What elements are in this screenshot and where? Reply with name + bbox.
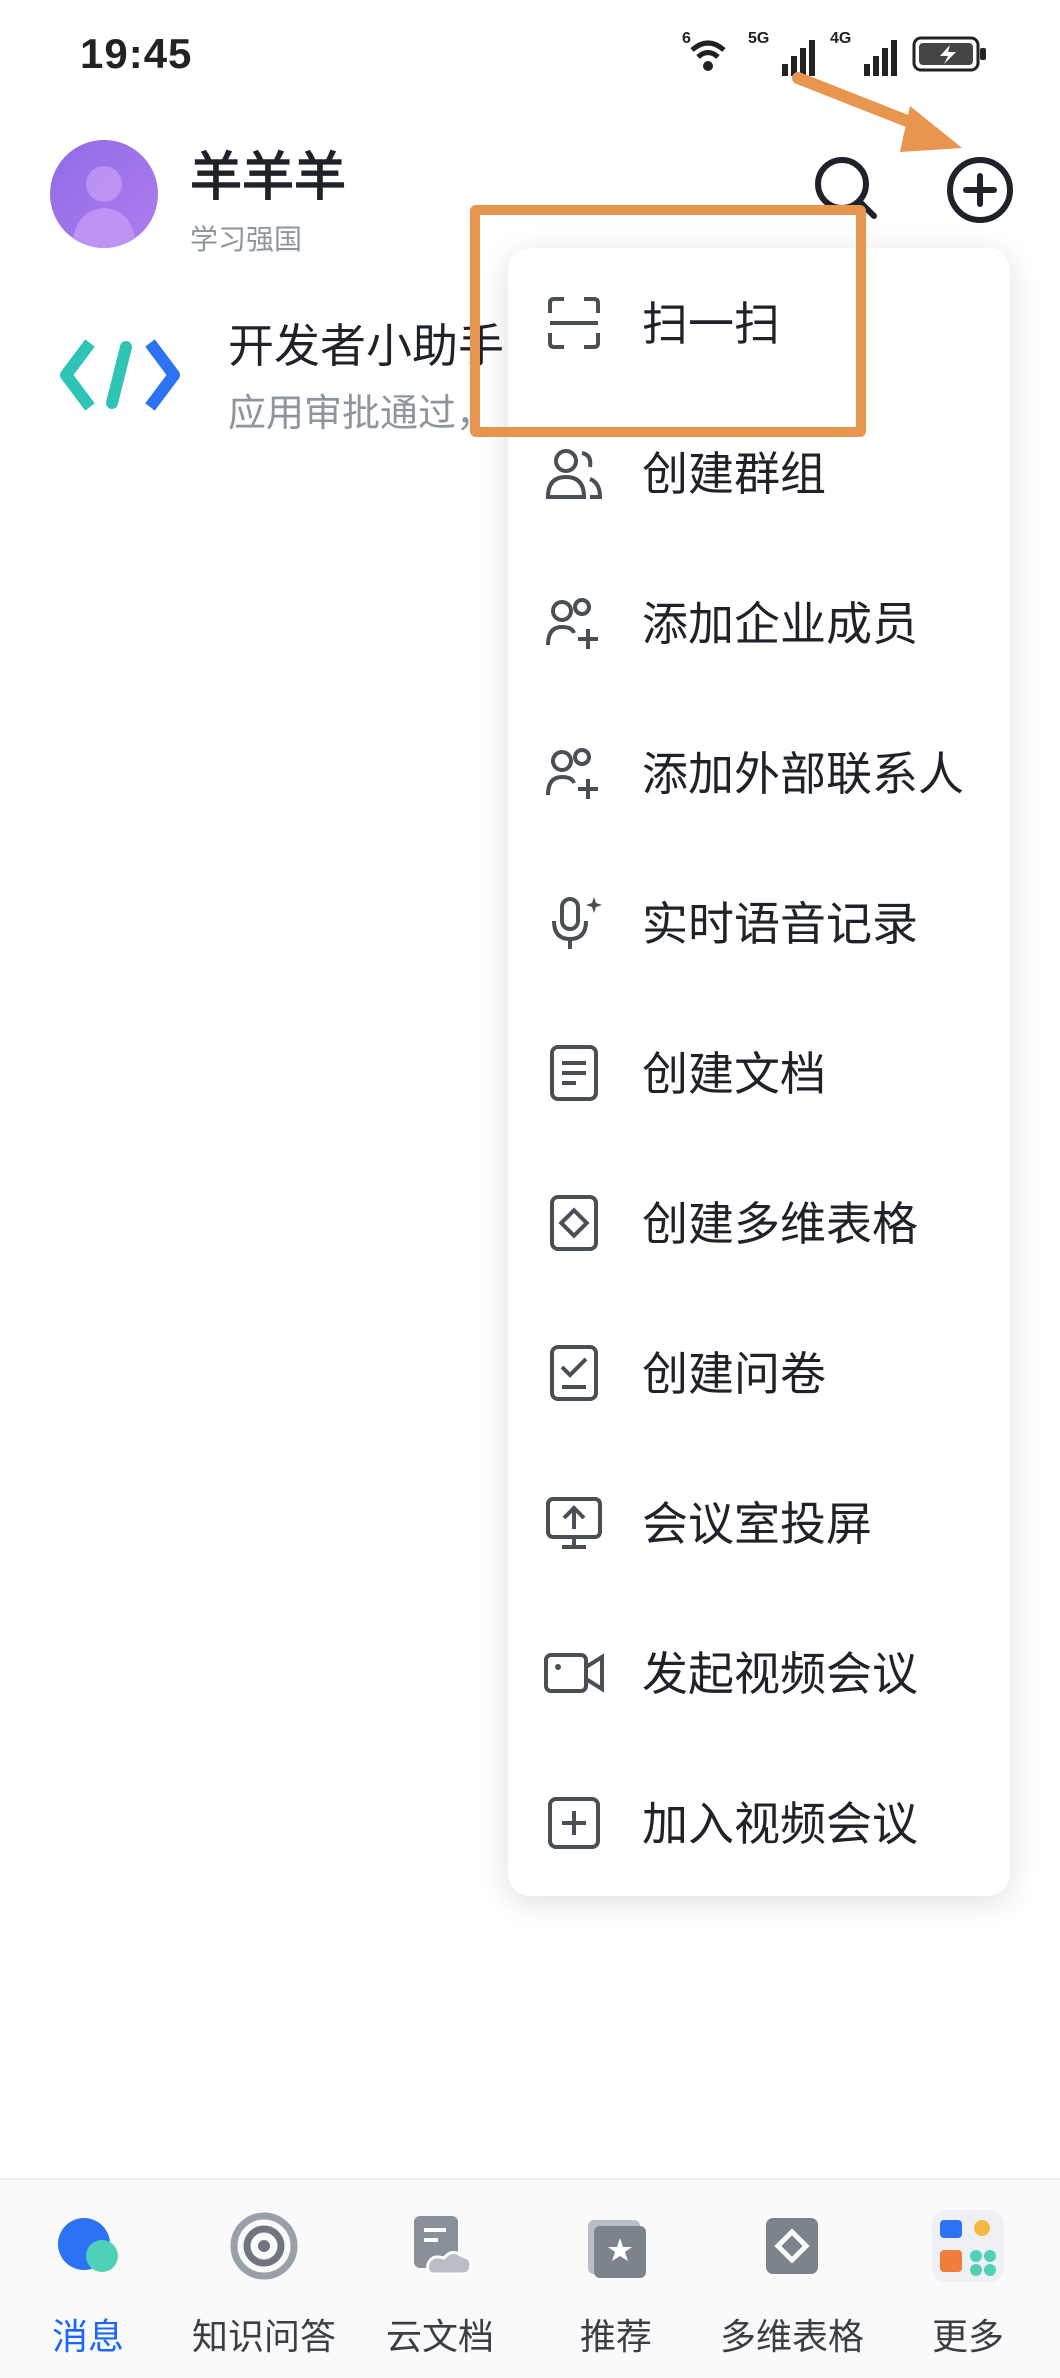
tab-label: 推荐 bbox=[579, 2316, 652, 2357]
add-member-icon bbox=[546, 598, 598, 649]
bottom-navigation: 消息 知识问答 云文档 推荐 多维表格 更多 bbox=[0, 2178, 1060, 2378]
tab-label: 多维表格 bbox=[719, 2316, 864, 2357]
menu-item-add-external-contact[interactable]: 添加外部联系人 bbox=[508, 698, 1010, 848]
screen-cast-icon bbox=[546, 1497, 602, 1549]
user-name[interactable]: 羊羊羊 bbox=[190, 135, 346, 210]
menu-item-label: 创建问卷 bbox=[642, 1348, 826, 1400]
plus-circle-icon bbox=[947, 157, 1013, 223]
tab-more[interactable]: 更多 bbox=[880, 2180, 1056, 2378]
highlight-box bbox=[470, 205, 866, 437]
menu-item-create-survey[interactable]: 创建问卷 bbox=[508, 1298, 1010, 1448]
menu-item-screen-cast[interactable]: 会议室投屏 bbox=[508, 1448, 1010, 1598]
plus-square-icon bbox=[548, 1797, 600, 1849]
chat-preview: 应用审批通过， bbox=[228, 393, 495, 435]
status-time: 19:45 bbox=[80, 30, 193, 77]
table-icon bbox=[550, 1195, 598, 1251]
add-contact-icon bbox=[546, 748, 598, 799]
tab-recommend[interactable]: 推荐 bbox=[528, 2180, 704, 2378]
tab-label: 更多 bbox=[931, 2316, 1004, 2357]
microphone-icon bbox=[552, 897, 602, 949]
group-icon bbox=[545, 449, 603, 499]
developer-assistant-icon[interactable] bbox=[60, 335, 180, 415]
menu-item-label: 加入视频会议 bbox=[642, 1798, 918, 1850]
tab-label: 云文档 bbox=[385, 2316, 494, 2357]
menu-item-label: 发起视频会议 bbox=[642, 1648, 918, 1700]
message-bubble-icon bbox=[58, 2218, 118, 2272]
menu-item-join-video-meeting[interactable]: 加入视频会议 bbox=[508, 1748, 1010, 1898]
menu-item-voice-record[interactable]: 实时语音记录 bbox=[508, 848, 1010, 998]
menu-item-label: 创建群组 bbox=[642, 448, 826, 500]
apps-grid-icon bbox=[932, 2210, 1004, 2282]
wifi-icon: 6 bbox=[682, 30, 734, 76]
survey-icon bbox=[550, 1345, 598, 1401]
user-silhouette-icon bbox=[72, 166, 136, 248]
menu-item-label: 添加外部联系人 bbox=[642, 748, 964, 800]
star-card-icon bbox=[588, 2220, 646, 2278]
chat-title[interactable]: 开发者小助手 bbox=[228, 310, 504, 376]
video-camera-icon bbox=[544, 1653, 604, 1693]
add-button[interactable] bbox=[942, 152, 1018, 228]
tab-cloud-docs[interactable]: 云文档 bbox=[352, 2180, 528, 2378]
tab-knowledge-qa[interactable]: 知识问答 bbox=[176, 2180, 352, 2378]
cloud-document-icon bbox=[414, 2216, 473, 2276]
menu-item-label: 创建多维表格 bbox=[642, 1198, 918, 1250]
menu-item-start-video-meeting[interactable]: 发起视频会议 bbox=[508, 1598, 1010, 1748]
arrow-annotation-icon bbox=[790, 70, 970, 160]
menu-item-add-member[interactable]: 添加企业成员 bbox=[508, 548, 1010, 698]
tab-label: 知识问答 bbox=[191, 2316, 336, 2357]
menu-item-create-document[interactable]: 创建文档 bbox=[508, 998, 1010, 1148]
tab-label: 消息 bbox=[51, 2316, 124, 2357]
menu-item-label: 会议室投屏 bbox=[642, 1498, 872, 1550]
quick-action-menu: 扫一扫 创建群组 添加企业成员 添加外部联系人 实时语音记录 创建文档 创建多维… bbox=[508, 248, 1010, 1896]
menu-item-label: 创建文档 bbox=[642, 1048, 826, 1100]
organization-name: 学习强国 bbox=[190, 224, 303, 255]
document-icon bbox=[550, 1045, 598, 1101]
tab-multi-table[interactable]: 多维表格 bbox=[704, 2180, 880, 2378]
table-diamond-icon bbox=[766, 2218, 818, 2274]
knowledge-swirl-icon bbox=[230, 2212, 298, 2280]
menu-item-label: 添加企业成员 bbox=[642, 598, 918, 650]
menu-item-create-table[interactable]: 创建多维表格 bbox=[508, 1148, 1010, 1298]
avatar[interactable] bbox=[50, 140, 158, 248]
tab-messages[interactable]: 消息 bbox=[0, 2180, 176, 2378]
menu-item-label: 实时语音记录 bbox=[642, 898, 918, 950]
